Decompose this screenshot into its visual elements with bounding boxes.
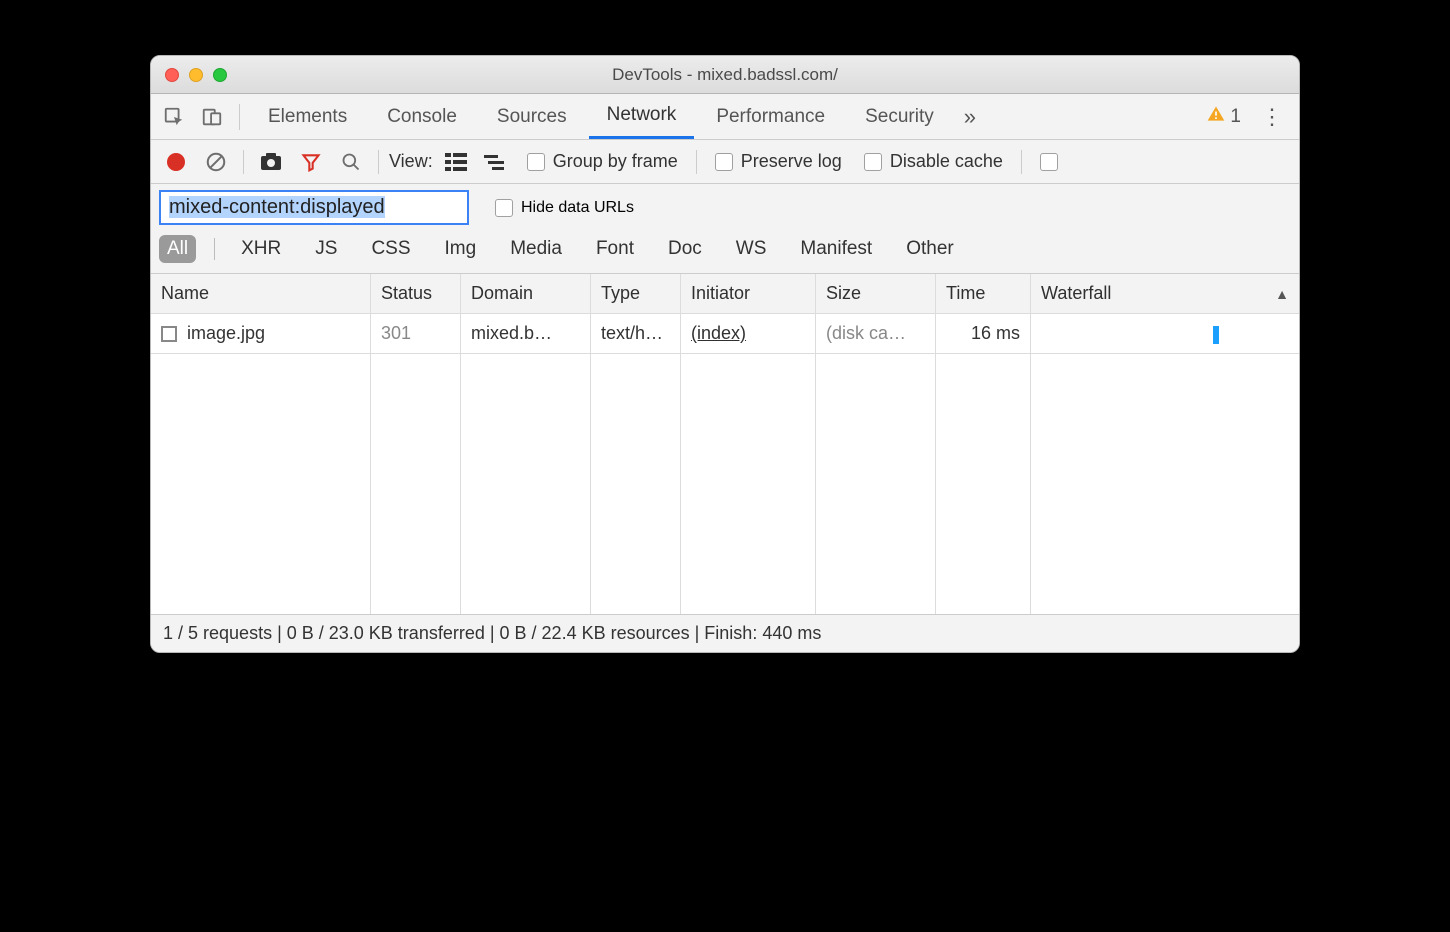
cell-status: 301 xyxy=(371,314,461,354)
separator xyxy=(696,150,697,174)
separator xyxy=(243,150,244,174)
status-text: 1 / 5 requests | 0 B / 23.0 KB transferr… xyxy=(163,623,821,643)
col-initiator[interactable]: Initiator xyxy=(681,274,816,314)
preserve-log-label: Preserve log xyxy=(741,151,842,172)
filter-type-pills: All XHR JS CSS Img Media Font Doc WS Man… xyxy=(159,235,1291,263)
maximize-window-button[interactable] xyxy=(213,68,227,82)
tab-performance[interactable]: Performance xyxy=(698,94,843,139)
sort-asc-icon: ▲ xyxy=(1275,286,1289,302)
filter-pill-media[interactable]: Media xyxy=(502,235,570,263)
cell-size: (disk ca… xyxy=(816,314,936,354)
hide-data-urls-checkbox[interactable] xyxy=(495,199,513,217)
large-rows-button[interactable] xyxy=(439,145,473,179)
cell-time: 16 ms xyxy=(936,314,1031,354)
overview-button[interactable] xyxy=(479,145,513,179)
cell-waterfall xyxy=(1031,314,1299,354)
device-toolbar-icon[interactable] xyxy=(195,100,229,134)
warnings-badge[interactable]: 1 xyxy=(1200,104,1247,130)
tab-elements[interactable]: Elements xyxy=(250,94,365,139)
file-icon xyxy=(161,326,177,342)
more-tabs-button[interactable]: » xyxy=(956,104,984,130)
view-label: View: xyxy=(389,151,433,172)
waterfall-bar xyxy=(1213,326,1219,344)
hide-data-urls-label: Hide data URLs xyxy=(521,199,634,217)
filter-pill-manifest[interactable]: Manifest xyxy=(792,235,880,263)
filter-pill-img[interactable]: Img xyxy=(437,235,485,263)
record-button[interactable] xyxy=(159,145,193,179)
col-size[interactable]: Size xyxy=(816,274,936,314)
filter-pill-xhr[interactable]: XHR xyxy=(233,235,289,263)
filter-pill-all[interactable]: All xyxy=(159,235,196,263)
cell-initiator[interactable]: (index) xyxy=(681,314,816,354)
tab-security[interactable]: Security xyxy=(847,94,952,139)
cell-name[interactable]: image.jpg xyxy=(151,314,371,354)
separator xyxy=(378,150,379,174)
filter-bar: mixed-content:displayed Hide data URLs A… xyxy=(151,184,1299,274)
group-by-frame-checkbox[interactable] xyxy=(527,153,545,171)
close-window-button[interactable] xyxy=(165,68,179,82)
filter-pill-doc[interactable]: Doc xyxy=(660,235,710,263)
warnings-count: 1 xyxy=(1230,106,1241,128)
filter-input[interactable]: mixed-content:displayed xyxy=(159,190,469,225)
window-title: DevTools - mixed.badssl.com/ xyxy=(151,65,1299,85)
col-time[interactable]: Time xyxy=(936,274,1031,314)
clear-button[interactable] xyxy=(199,145,233,179)
filter-pill-other[interactable]: Other xyxy=(898,235,962,263)
settings-menu-button[interactable]: ⋮ xyxy=(1251,104,1293,130)
status-bar: 1 / 5 requests | 0 B / 23.0 KB transferr… xyxy=(151,614,1299,652)
separator xyxy=(214,238,215,260)
devtools-window: DevTools - mixed.badssl.com/ Elements Co… xyxy=(150,55,1300,653)
inspect-element-icon[interactable] xyxy=(157,100,191,134)
table-body-empty xyxy=(151,354,1299,614)
filter-pill-css[interactable]: CSS xyxy=(363,235,418,263)
filter-pill-js[interactable]: JS xyxy=(307,235,345,263)
search-button[interactable] xyxy=(334,145,368,179)
offline-checkbox[interactable] xyxy=(1040,153,1058,171)
tab-sources[interactable]: Sources xyxy=(479,94,585,139)
filter-pill-font[interactable]: Font xyxy=(588,235,642,263)
network-table-header: Name Status Domain Type Initiator Size T… xyxy=(151,274,1299,314)
cell-domain: mixed.b… xyxy=(461,314,591,354)
col-waterfall[interactable]: Waterfall ▲ xyxy=(1031,274,1299,314)
tab-network[interactable]: Network xyxy=(589,94,695,139)
table-row[interactable]: image.jpg 301 mixed.b… text/h… (index) (… xyxy=(151,314,1299,354)
preserve-log-checkbox[interactable] xyxy=(715,153,733,171)
warning-icon xyxy=(1206,104,1226,130)
minimize-window-button[interactable] xyxy=(189,68,203,82)
cell-type: text/h… xyxy=(591,314,681,354)
col-type[interactable]: Type xyxy=(591,274,681,314)
tab-console[interactable]: Console xyxy=(369,94,475,139)
panel-tabs: Elements Console Sources Network Perform… xyxy=(151,94,1299,140)
filter-toggle-button[interactable] xyxy=(294,145,328,179)
col-status[interactable]: Status xyxy=(371,274,461,314)
col-name[interactable]: Name xyxy=(151,274,371,314)
separator xyxy=(239,104,240,130)
traffic-lights xyxy=(151,68,227,82)
col-domain[interactable]: Domain xyxy=(461,274,591,314)
screenshots-button[interactable] xyxy=(254,145,288,179)
filter-pill-ws[interactable]: WS xyxy=(728,235,775,263)
network-toolbar: View: Group by frame Preserve log Disabl… xyxy=(151,140,1299,184)
disable-cache-label: Disable cache xyxy=(890,151,1003,172)
separator xyxy=(1021,150,1022,174)
disable-cache-checkbox[interactable] xyxy=(864,153,882,171)
titlebar: DevTools - mixed.badssl.com/ xyxy=(151,56,1299,94)
group-by-frame-label: Group by frame xyxy=(553,151,678,172)
